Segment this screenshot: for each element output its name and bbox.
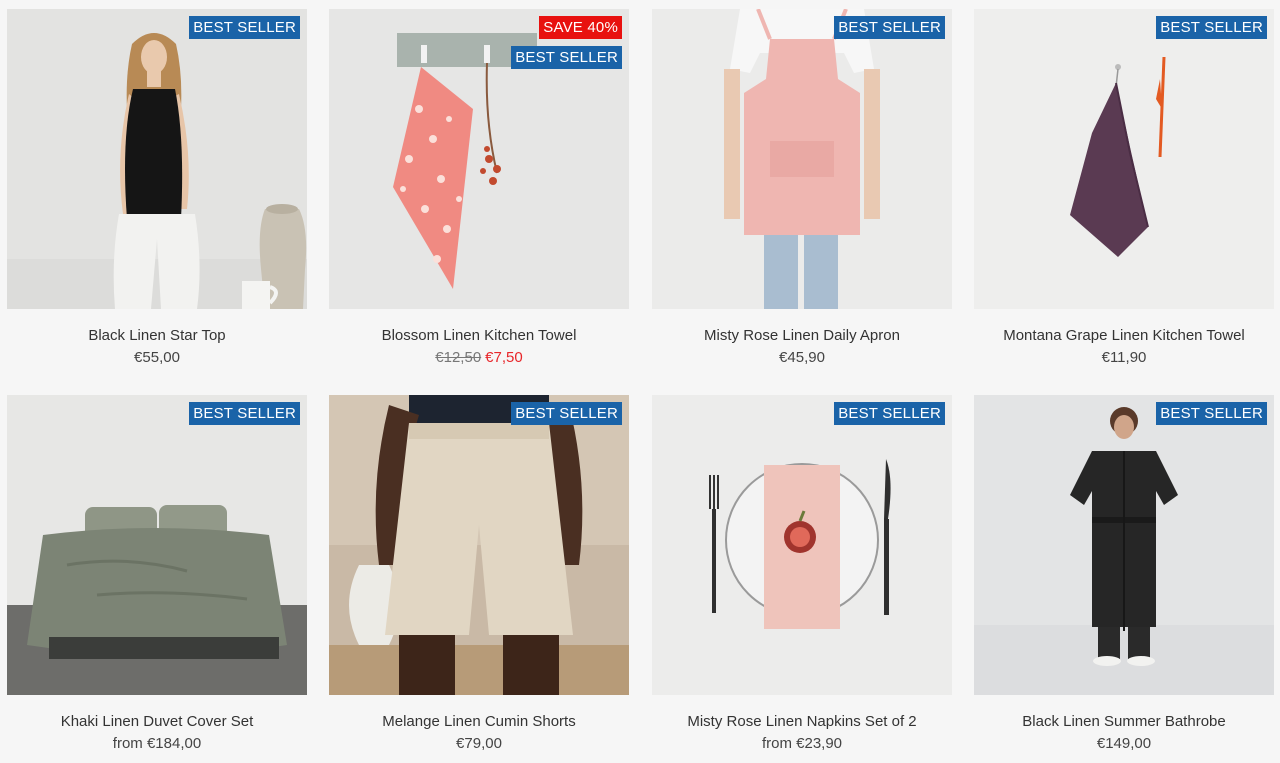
grape-towel-photo — [974, 9, 1274, 309]
product-price: €12,50 €7,50 — [329, 349, 629, 367]
best-seller-badge: BEST SELLER — [834, 16, 945, 39]
product-name[interactable]: Melange Linen Cumin Shorts — [329, 713, 629, 731]
product-image[interactable]: SAVE 40% BEST SELLER — [329, 9, 629, 309]
product-price: €11,90 — [1101, 349, 1147, 366]
save-percent-badge: SAVE 40% — [539, 16, 622, 39]
product-card[interactable]: BEST SELLER Khaki Linen Duvet Cover Set … — [7, 395, 307, 753]
product-price: from €184,00 — [112, 735, 202, 752]
best-seller-badge: BEST SELLER — [1156, 402, 1267, 425]
best-seller-badge: BEST SELLER — [1156, 16, 1267, 39]
product-card[interactable]: SAVE 40% BEST SELLER Blossom Linen Kitch… — [329, 9, 629, 367]
product-name[interactable]: Black Linen Star Top — [7, 327, 307, 345]
best-seller-badge: BEST SELLER — [834, 402, 945, 425]
product-price: €79,00 — [456, 735, 502, 752]
product-name[interactable]: Khaki Linen Duvet Cover Set — [7, 713, 307, 731]
product-price: from €23,90 — [761, 735, 843, 752]
product-card[interactable]: BEST SELLER Misty Rose Linen Daily Apron… — [652, 9, 952, 367]
product-image[interactable]: BEST SELLER — [974, 395, 1274, 695]
product-name[interactable]: Blossom Linen Kitchen Towel — [329, 327, 629, 345]
badge-group: BEST SELLER — [189, 16, 300, 39]
product-card[interactable]: BEST SELLER Melange Linen Cumin Shorts €… — [329, 395, 629, 753]
product-image[interactable]: BEST SELLER — [7, 395, 307, 695]
product-card[interactable]: BEST SELLER Black Linen Star Top €55,00 — [7, 9, 307, 367]
woman-black-top-photo — [7, 9, 307, 309]
pink-napkins-table-photo — [652, 395, 952, 695]
product-name[interactable]: Misty Rose Linen Daily Apron — [652, 327, 952, 345]
original-price: €12,50 — [435, 349, 482, 366]
linen-shorts-photo — [329, 395, 629, 695]
product-image[interactable]: BEST SELLER — [652, 395, 952, 695]
pink-apron-photo — [652, 9, 952, 309]
badge-group: SAVE 40% BEST SELLER — [511, 16, 622, 69]
product-price: €45,90 — [779, 349, 825, 366]
product-price: €55,00 — [134, 349, 180, 366]
product-name[interactable]: Montana Grape Linen Kitchen Towel — [974, 327, 1274, 345]
badge-group: BEST SELLER — [834, 16, 945, 39]
black-bathrobe-photo — [974, 395, 1274, 695]
product-name[interactable]: Misty Rose Linen Napkins Set of 2 — [652, 713, 952, 731]
product-price: €149,00 — [1096, 735, 1152, 752]
product-image[interactable]: BEST SELLER — [329, 395, 629, 695]
product-image[interactable]: BEST SELLER — [652, 9, 952, 309]
best-seller-badge: BEST SELLER — [511, 46, 622, 69]
product-image[interactable]: BEST SELLER — [7, 9, 307, 309]
badge-group: BEST SELLER — [834, 402, 945, 425]
product-grid: BEST SELLER Black Linen Star Top €55,00 — [0, 0, 1280, 763]
product-card[interactable]: BEST SELLER Misty Rose Linen Napkins Set… — [652, 395, 952, 753]
best-seller-badge: BEST SELLER — [189, 16, 300, 39]
khaki-duvet-bed-photo — [7, 395, 307, 695]
sale-price: €7,50 — [485, 349, 523, 366]
product-card[interactable]: BEST SELLER Black Linen Summer Bathrobe … — [974, 395, 1274, 753]
badge-group: BEST SELLER — [511, 402, 622, 425]
best-seller-badge: BEST SELLER — [189, 402, 300, 425]
badge-group: BEST SELLER — [1156, 16, 1267, 39]
product-card[interactable]: BEST SELLER Montana Grape Linen Kitchen … — [974, 9, 1274, 367]
badge-group: BEST SELLER — [1156, 402, 1267, 425]
best-seller-badge: BEST SELLER — [511, 402, 622, 425]
product-image[interactable]: BEST SELLER — [974, 9, 1274, 309]
product-name[interactable]: Black Linen Summer Bathrobe — [974, 713, 1274, 731]
badge-group: BEST SELLER — [189, 402, 300, 425]
